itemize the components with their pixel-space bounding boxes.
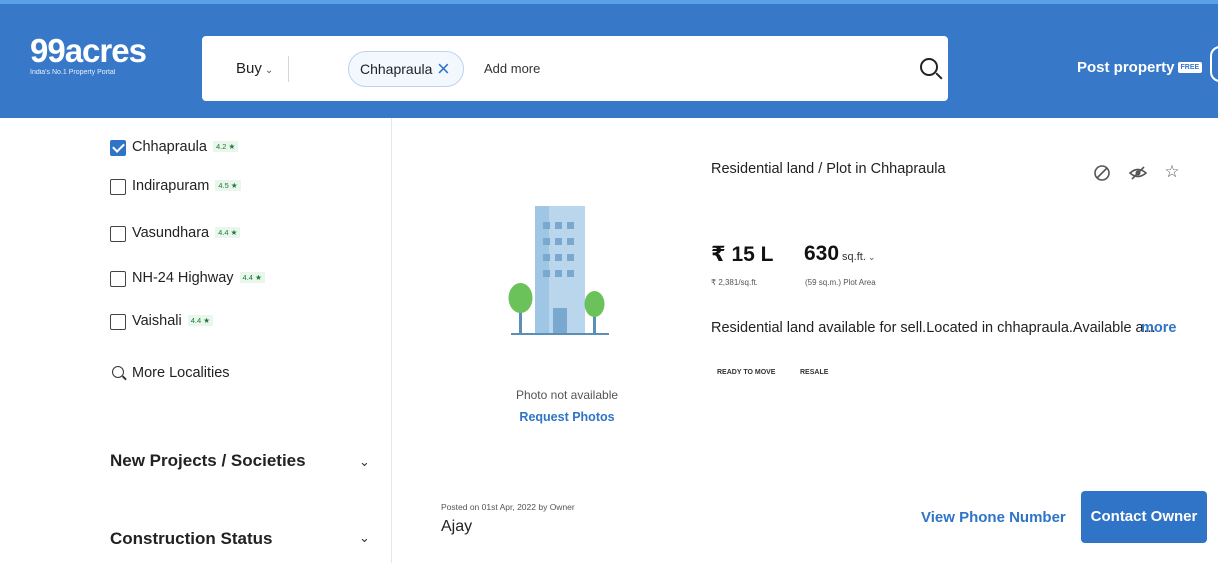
close-icon[interactable]: ×: [437, 56, 450, 82]
buy-label: Buy: [236, 60, 262, 77]
buy-dropdown[interactable]: Buy ⌄: [236, 60, 273, 77]
building-placeholder-icon: [508, 206, 609, 335]
shortlist-star-icon[interactable]: ☆: [1163, 163, 1181, 181]
price: ₹ 15 L: [711, 243, 774, 266]
locality-label-wrap: NH-24 Highway 4.4 ★: [132, 270, 265, 286]
tag-resale: RESALE: [800, 369, 829, 376]
price-per-sqft: ₹ 2,381/sq.ft.: [711, 278, 758, 287]
add-more-input[interactable]: Add more: [484, 61, 540, 76]
request-photos-link[interactable]: Request Photos: [503, 410, 631, 424]
property-card[interactable]: Photo not available Request Photos Resid…: [393, 118, 1218, 563]
top-header: 99acres India's No.1 Property Portal Buy…: [0, 0, 1218, 118]
area-value: 630: [804, 242, 840, 265]
more-link[interactable]: more: [1141, 320, 1176, 336]
hide-icon[interactable]: [1129, 164, 1147, 182]
search-icon[interactable]: [920, 58, 938, 76]
search-bar: Buy ⌄ Chhapraula × Add more: [202, 36, 948, 101]
rating-badge: 4.4 ★: [215, 227, 241, 238]
locality-name: Chhapraula: [132, 139, 207, 155]
contact-owner-button[interactable]: Contact Owner: [1081, 491, 1207, 543]
locality-label-wrap: Chhapraula 4.2 ★: [132, 139, 239, 155]
posted-info: Posted on 01st Apr, 2022 by Owner: [441, 502, 575, 512]
free-badge: FREE: [1177, 62, 1203, 73]
listing-title[interactable]: Residential land / Plot in Chhapraula: [711, 161, 946, 177]
area-selector[interactable]: 630 sq.ft. ⌄: [804, 242, 875, 266]
locality-label-wrap: Vaishali 4.4 ★: [132, 313, 213, 329]
chevron-down-icon: ⌄: [867, 252, 876, 262]
site-logo[interactable]: 99acres India's No.1 Property Portal: [30, 32, 147, 77]
more-localities-label: More Localities: [132, 365, 230, 381]
checkbox[interactable]: [110, 179, 126, 195]
logo-tagline: India's No.1 Property Portal: [30, 69, 116, 76]
view-phone-number-button[interactable]: View Phone Number: [921, 509, 1066, 526]
chevron-down-icon: ⌄: [264, 65, 274, 76]
rating-badge: 4.2 ★: [212, 141, 239, 152]
locality-label-wrap: Vasundhara 4.4 ★: [132, 225, 241, 241]
checkbox[interactable]: [110, 226, 126, 242]
rating-badge: 4.4 ★: [239, 272, 265, 283]
not-interested-icon[interactable]: [1093, 164, 1111, 182]
checkbox-checked[interactable]: [110, 140, 126, 156]
search-icon: [112, 366, 124, 378]
filter-sidebar: Chhapraula 4.2 ★ Indirapuram 4.5 ★ Vasundh…: [0, 118, 392, 563]
tag-ready-to-move: READY TO MOVE: [717, 369, 776, 376]
chevron-down-icon[interactable]: ⌄: [359, 530, 370, 546]
area-unit: sq.ft.: [842, 251, 866, 263]
owner-name: Ajay: [441, 518, 473, 535]
rating-badge: 4.4 ★: [187, 315, 213, 326]
post-property-link[interactable]: Post property FREE: [1077, 59, 1203, 76]
user-menu-icon[interactable]: [1210, 46, 1218, 82]
photo-not-available: Photo not available: [515, 388, 619, 402]
listing-description: Residential land available for sell.Loca…: [711, 320, 1156, 336]
locality-label-wrap: Indirapuram 4.5 ★: [132, 178, 241, 194]
checkbox[interactable]: [110, 271, 126, 287]
checkbox[interactable]: [110, 314, 126, 330]
area-subtext: (59 sq.m.) Plot Area: [805, 278, 876, 287]
locality-name: Vaishali: [132, 313, 182, 329]
locality-name: Indirapuram: [132, 178, 210, 194]
divider: [288, 56, 289, 82]
locality-name: NH-24 Highway: [132, 270, 234, 286]
filter-construction-status[interactable]: Construction Status: [110, 529, 272, 549]
post-property-label: Post property: [1077, 59, 1175, 76]
logo-text: 99acres: [30, 32, 147, 69]
page: 99acres India's No.1 Property Portal Buy…: [0, 0, 1218, 563]
locality-chip[interactable]: Chhapraula ×: [348, 51, 464, 87]
filter-new-projects[interactable]: New Projects / Societies: [110, 451, 306, 471]
chevron-down-icon[interactable]: ⌄: [359, 454, 370, 470]
chip-label: Chhapraula: [360, 61, 433, 77]
rating-value: 4.4: [242, 273, 253, 282]
rating-value: 4.4: [190, 316, 202, 325]
rating-value: 4.2: [215, 142, 227, 151]
rating-value: 4.5: [218, 181, 229, 190]
rating-value: 4.4: [218, 228, 229, 237]
more-localities-link[interactable]: More Localities: [112, 365, 230, 381]
rating-badge: 4.5 ★: [215, 180, 241, 191]
locality-name: Vasundhara: [132, 225, 210, 241]
